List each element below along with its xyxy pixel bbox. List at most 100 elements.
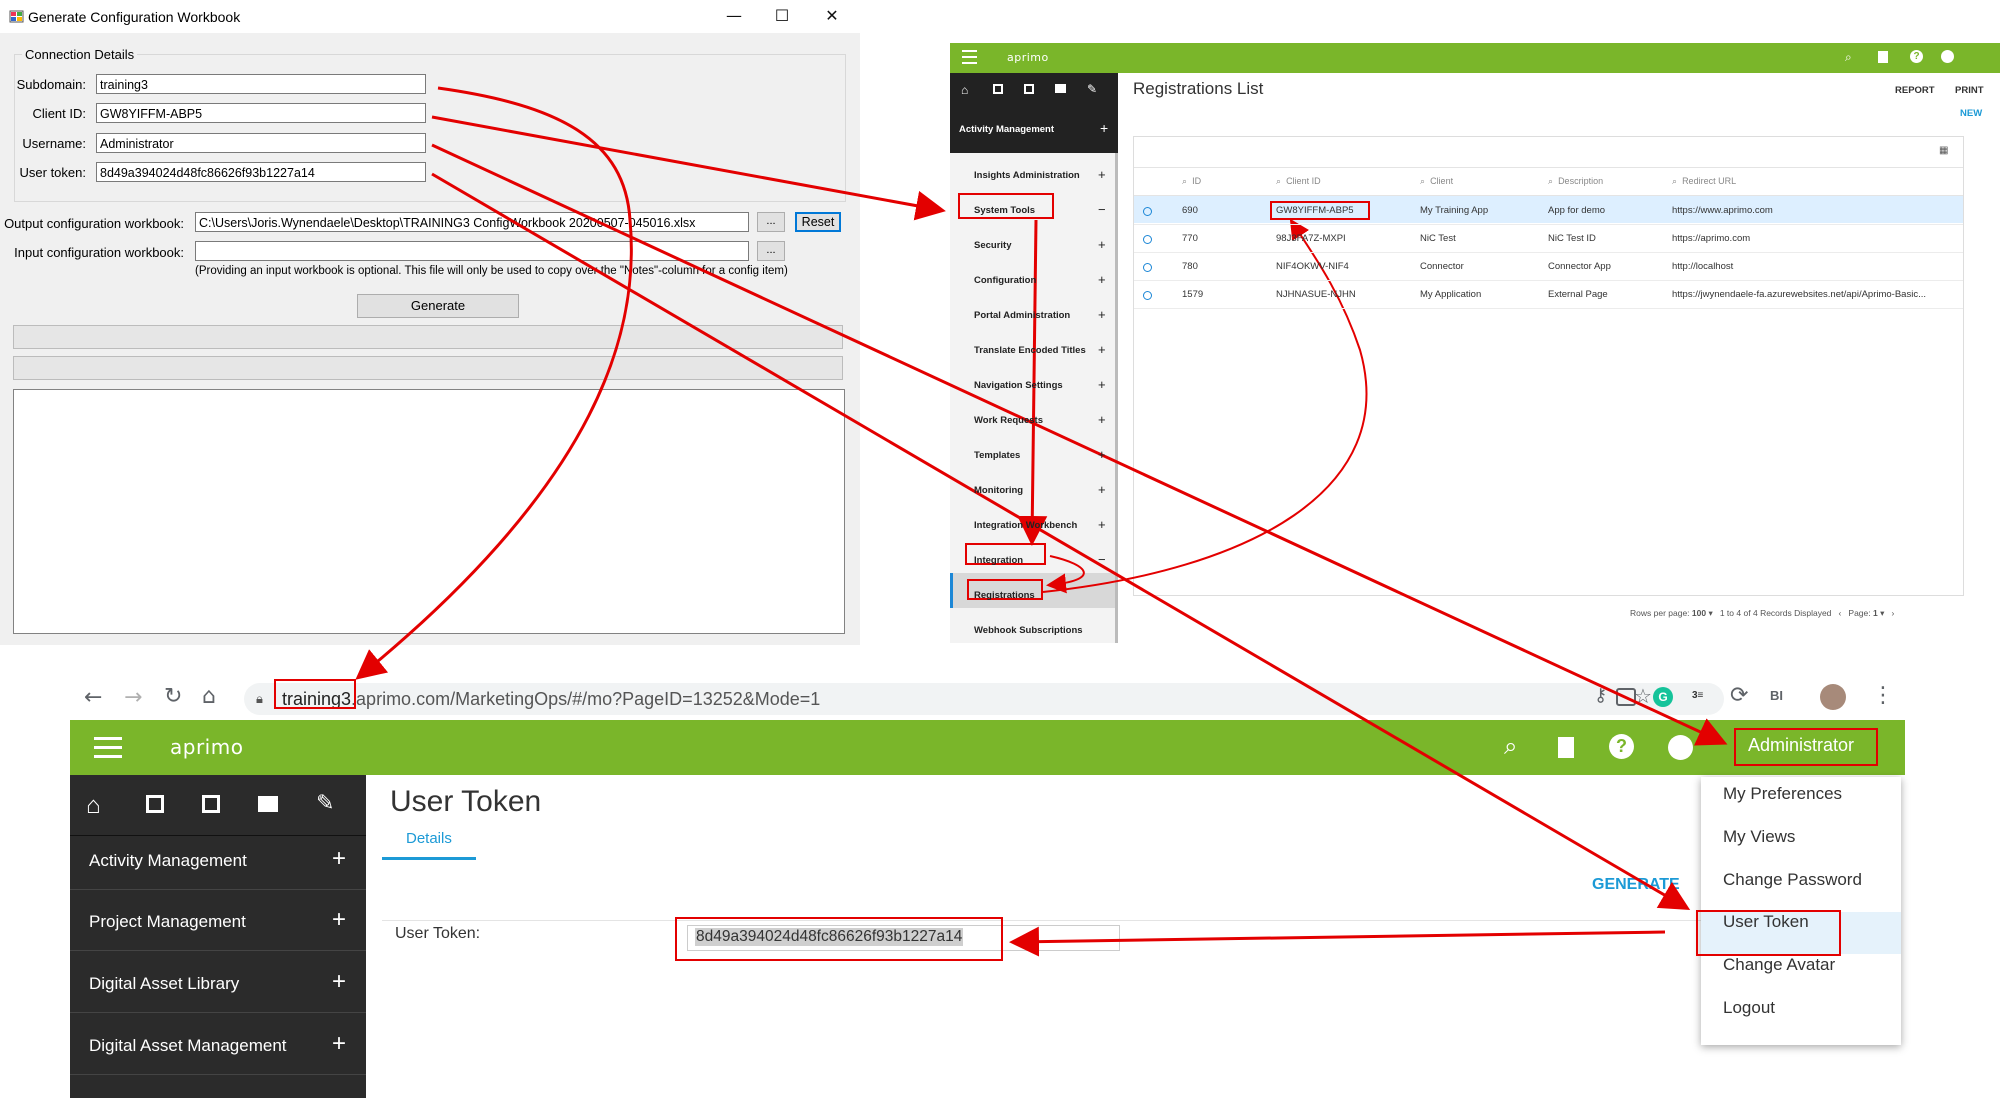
admin-sidebar-item[interactable]: Security + bbox=[950, 234, 1115, 258]
plus-icon[interactable]: + bbox=[1098, 517, 1106, 532]
user-menu-item[interactable]: My Views bbox=[1723, 827, 1795, 847]
admin-sidebar-item[interactable]: Insights Administration + bbox=[950, 164, 1115, 188]
home-icon[interactable]: ⌂ bbox=[202, 684, 216, 709]
inbox-icon[interactable] bbox=[146, 795, 164, 813]
user-icon[interactable] bbox=[1668, 735, 1693, 760]
plus-icon[interactable]: + bbox=[1098, 342, 1106, 357]
username-field[interactable]: Administrator bbox=[96, 133, 426, 153]
reader-icon[interactable]: BI bbox=[1770, 688, 1783, 703]
search-icon[interactable]: ⌕ bbox=[1504, 732, 1517, 760]
print-link[interactable]: PRINT bbox=[1955, 85, 1984, 96]
admin-sidebar-item[interactable]: Templates + bbox=[950, 444, 1115, 468]
user-token-field[interactable]: 8d49a394024d48fc86626f93b1227a14 bbox=[96, 162, 426, 182]
sidebar-item[interactable]: Digital Asset Management + bbox=[70, 1024, 366, 1075]
client-id-field[interactable]: GW8YIFFM-ABP5 bbox=[96, 103, 426, 123]
plus-icon[interactable]: + bbox=[1098, 307, 1106, 322]
user-icon[interactable] bbox=[1941, 50, 1954, 63]
admin-sidebar-item[interactable]: Webhook Subscriptions bbox=[950, 619, 1115, 643]
minimize-button[interactable]: — bbox=[714, 4, 754, 28]
extension-icon[interactable]: 3≡ bbox=[1692, 690, 1703, 701]
row-radio[interactable] bbox=[1143, 207, 1152, 216]
calendar-icon[interactable] bbox=[202, 795, 220, 813]
new-link[interactable]: NEW bbox=[1960, 108, 1982, 119]
admin-sidebar-item[interactable]: Integration − bbox=[950, 549, 1115, 573]
input-browse-button[interactable]: ... bbox=[757, 241, 785, 261]
back-icon[interactable]: ← bbox=[84, 685, 102, 710]
row-radio[interactable] bbox=[1143, 235, 1152, 244]
user-menu-item[interactable]: User Token bbox=[1723, 912, 1809, 932]
minus-icon[interactable]: − bbox=[1098, 202, 1106, 217]
reset-button[interactable]: Reset bbox=[795, 212, 841, 232]
filter-icon[interactable]: ⌕ bbox=[1548, 176, 1553, 186]
tag-icon[interactable]: ✎ bbox=[1087, 82, 1097, 96]
column-header[interactable]: ⌕ Client ID bbox=[1276, 176, 1321, 187]
sidebar-item[interactable]: Activity Management + bbox=[70, 839, 366, 890]
filter-icon[interactable]: ⌕ bbox=[1276, 176, 1281, 186]
plus-icon[interactable]: + bbox=[1098, 482, 1106, 497]
help-icon[interactable]: ? bbox=[1609, 734, 1634, 759]
calendar-icon[interactable] bbox=[1024, 84, 1034, 94]
filter-icon[interactable]: ⌕ bbox=[1420, 176, 1425, 186]
column-header[interactable]: ⌕ Description bbox=[1548, 176, 1603, 187]
user-menu-item[interactable]: My Preferences bbox=[1723, 784, 1842, 804]
admin-sidebar-item[interactable]: System Tools − bbox=[950, 199, 1115, 223]
columns-icon[interactable]: ▦ bbox=[1939, 145, 1948, 156]
plus-icon[interactable]: + bbox=[1098, 447, 1106, 462]
log-textarea[interactable] bbox=[13, 389, 845, 634]
sidebar-item[interactable]: Digital Asset Library + bbox=[70, 962, 366, 1013]
inbox-icon[interactable] bbox=[993, 84, 1003, 94]
admin-sidebar-item[interactable]: Navigation Settings + bbox=[950, 374, 1115, 398]
hamburger-icon[interactable] bbox=[962, 50, 977, 64]
tab-details[interactable]: Details bbox=[406, 830, 452, 847]
plus-icon[interactable]: + bbox=[1098, 377, 1106, 392]
row-radio[interactable] bbox=[1143, 291, 1152, 300]
user-menu-item[interactable]: Logout bbox=[1723, 998, 1775, 1018]
rows-per-page-select[interactable]: 100 bbox=[1692, 608, 1706, 618]
hamburger-icon[interactable] bbox=[94, 737, 122, 758]
plus-icon[interactable]: + bbox=[332, 906, 346, 934]
star-icon[interactable]: ☆ bbox=[1634, 684, 1652, 708]
admin-sidebar-item[interactable]: Portal Administration + bbox=[950, 304, 1115, 328]
column-header[interactable]: ⌕ Client bbox=[1420, 176, 1453, 187]
plus-icon[interactable]: + bbox=[1098, 272, 1106, 287]
column-header[interactable]: ⌕ ID bbox=[1182, 176, 1201, 187]
report-link[interactable]: REPORT bbox=[1895, 85, 1935, 96]
column-header[interactable]: ⌕ Redirect URL bbox=[1672, 176, 1736, 187]
plus-icon[interactable]: + bbox=[332, 845, 346, 873]
generate-link[interactable]: GENERATE bbox=[1592, 876, 1680, 894]
filter-icon[interactable]: ⌕ bbox=[1182, 176, 1187, 186]
sync-icon[interactable]: ⟳ bbox=[1730, 683, 1748, 708]
minus-icon[interactable]: − bbox=[1098, 552, 1106, 567]
address-bar[interactable]: 🔒︎ training3.aprimo.com/MarketingOps/#/m… bbox=[244, 683, 1724, 715]
home-icon[interactable]: ⌂ bbox=[86, 792, 101, 820]
pocket-icon[interactable] bbox=[1616, 688, 1636, 706]
admin-sidebar-item[interactable]: Translate Encoded Titles + bbox=[950, 339, 1115, 363]
sidebar-item[interactable]: Project Management + bbox=[70, 900, 366, 951]
plus-icon[interactable]: + bbox=[1100, 120, 1108, 136]
reload-icon[interactable]: ↻ bbox=[164, 684, 182, 709]
map-icon[interactable] bbox=[1878, 51, 1888, 63]
input-workbook-field[interactable] bbox=[195, 241, 749, 261]
plus-icon[interactable]: + bbox=[332, 968, 346, 996]
admin-sidebar-item[interactable]: Integration Workbench + bbox=[950, 514, 1115, 538]
plus-icon[interactable]: + bbox=[332, 1030, 346, 1058]
search-icon[interactable]: ⌕ bbox=[1845, 50, 1852, 65]
generate-button[interactable]: Generate bbox=[357, 294, 519, 318]
sidebar-scrollbar[interactable] bbox=[1115, 153, 1118, 643]
maximize-button[interactable]: ☐ bbox=[762, 4, 802, 28]
close-button[interactable]: ✕ bbox=[812, 4, 852, 28]
subdomain-field[interactable]: training3 bbox=[96, 74, 426, 94]
key-icon[interactable]: ⚷ bbox=[1594, 685, 1607, 706]
grammarly-icon[interactable]: G bbox=[1653, 687, 1673, 707]
more-icon[interactable]: ⋮ bbox=[1872, 683, 1894, 708]
user-menu-item[interactable]: Change Password bbox=[1723, 870, 1862, 890]
user-menu-item[interactable]: Change Avatar bbox=[1723, 955, 1835, 975]
filter-icon[interactable]: ⌕ bbox=[1672, 176, 1677, 186]
page-select[interactable]: 1 bbox=[1873, 608, 1878, 618]
row-radio[interactable] bbox=[1143, 263, 1152, 272]
forward-icon[interactable]: → bbox=[124, 685, 142, 710]
admin-sidebar-item[interactable]: Registrations bbox=[950, 584, 1115, 608]
plus-icon[interactable]: + bbox=[1098, 167, 1106, 182]
tag-icon[interactable]: ✎ bbox=[316, 790, 334, 816]
home-icon[interactable]: ⌂ bbox=[961, 83, 968, 97]
